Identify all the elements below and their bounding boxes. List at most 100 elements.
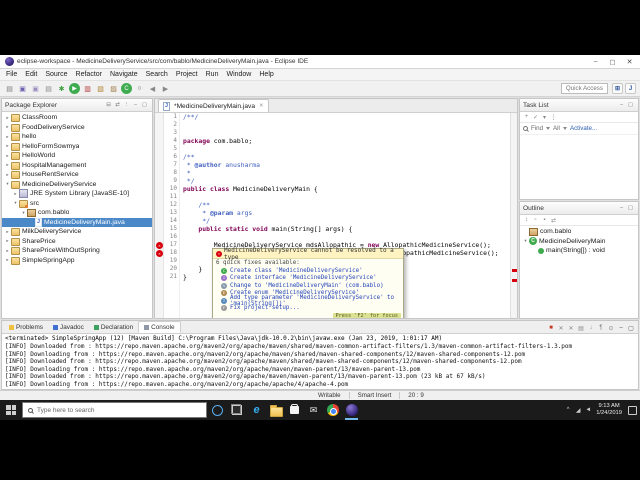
run-icon[interactable]: ▶ <box>69 83 80 94</box>
code-line[interactable] <box>183 121 510 129</box>
quick-access-input[interactable]: Quick Access <box>560 83 608 94</box>
chevron-right-icon[interactable]: ▸ <box>4 134 11 140</box>
tree-item-classroom[interactable]: ▸ ClassRoom <box>2 113 152 123</box>
code-line[interactable]: */ <box>183 177 510 185</box>
tree-item-houserentservice[interactable]: ▸ HouseRentService <box>2 170 152 180</box>
tree-item-src[interactable]: ▾ src <box>2 199 152 209</box>
maximize-icon[interactable]: ▢ <box>626 101 635 110</box>
tab-console[interactable]: Console <box>138 321 181 333</box>
task-scope-all[interactable]: All <box>553 125 560 132</box>
menu-source[interactable]: Source <box>41 71 71 78</box>
chevron-right-icon[interactable]: ▸ <box>4 248 11 254</box>
chevron-right-icon[interactable]: ▸ <box>4 257 11 263</box>
search-icon[interactable]: ○ <box>134 83 145 94</box>
file-explorer-icon[interactable] <box>266 400 285 420</box>
forward-icon[interactable]: ▶ <box>160 83 171 94</box>
link-with-editor-icon[interactable]: ⇄ <box>549 216 558 225</box>
code-line[interactable]: */ <box>183 217 510 225</box>
categorized-icon[interactable]: ▾ <box>540 113 549 122</box>
new-package-icon[interactable]: ▨ <box>108 83 119 94</box>
outline-item-medicinedeliverymain[interactable]: ▾ MedicineDeliveryMain <box>520 237 638 247</box>
tree-item-medicinedeliverymain-java[interactable]: MedicineDeliveryMain.java <box>2 217 152 227</box>
chevron-down-icon[interactable] <box>546 127 551 130</box>
remove-launch-icon[interactable]: ✕ <box>556 323 566 333</box>
menu-edit[interactable]: Edit <box>21 71 41 78</box>
overview-error-icon[interactable] <box>512 278 517 282</box>
new-java-project-icon[interactable]: ▧ <box>95 83 106 94</box>
chevron-down-icon[interactable]: ▾ <box>4 181 11 187</box>
outline-item-main-string-void[interactable]: main(String[]) : void <box>520 246 638 256</box>
maximize-icon[interactable]: ▢ <box>140 101 149 110</box>
minimize-icon[interactable]: – <box>617 101 626 110</box>
scroll-lock-icon[interactable]: ↓ <box>586 323 596 333</box>
tree-item-helloworld[interactable]: ▸ HelloWorld <box>2 151 152 161</box>
code-line[interactable] <box>183 193 510 201</box>
save-icon[interactable]: ▣ <box>17 83 28 94</box>
word-wrap-icon[interactable]: ¶ <box>596 323 606 333</box>
code-line[interactable]: public static void main(String[] args) { <box>183 225 510 233</box>
task-find-input[interactable]: Find <box>531 125 543 132</box>
start-button[interactable] <box>0 400 22 420</box>
menu-run[interactable]: Run <box>202 71 223 78</box>
code-line[interactable]: * @param args <box>183 209 510 217</box>
clear-console-icon[interactable]: ▤ <box>576 323 586 333</box>
chevron-right-icon[interactable]: ▸ <box>4 115 11 121</box>
chevron-right-icon[interactable]: ▸ <box>4 229 11 235</box>
edge-icon[interactable]: e <box>247 400 266 420</box>
debug-icon[interactable]: ✱ <box>56 83 67 94</box>
overview-error-icon[interactable] <box>512 269 517 273</box>
minimize-icon[interactable]: – <box>131 101 140 110</box>
store-icon[interactable] <box>285 400 304 420</box>
menu-window[interactable]: Window <box>222 71 255 78</box>
back-icon[interactable]: ◀ <box>147 83 158 94</box>
task-activate-link[interactable]: Activate... <box>570 125 597 132</box>
new-wizard-icon[interactable]: ▤ <box>4 83 15 94</box>
hide-fields-icon[interactable]: ▫ <box>531 216 540 225</box>
chevron-right-icon[interactable]: ▸ <box>4 238 11 244</box>
task-view-button[interactable] <box>227 400 247 420</box>
chevron-right-icon[interactable]: ▸ <box>4 153 11 159</box>
code-line[interactable]: /** <box>183 153 510 161</box>
quickfix-change-to[interactable]: ✎ Change to 'MedicineDeliveryMain' (com.b… <box>213 282 403 290</box>
quickfix-add-type-parameter[interactable]: T Add type parameter 'MedicineDeliverySer… <box>213 295 403 307</box>
chevron-right-icon[interactable]: ▸ <box>12 191 19 197</box>
print-icon[interactable]: ▤ <box>43 83 54 94</box>
code-line[interactable]: * @author anusharma <box>183 161 510 169</box>
menu-project[interactable]: Project <box>172 71 202 78</box>
sort-icon[interactable]: ↕ <box>522 216 531 225</box>
tree-item-helloformsowmya[interactable]: ▸ HelloFormSowmya <box>2 142 152 152</box>
view-menu-icon[interactable]: ⋮ <box>122 101 131 110</box>
code-line[interactable]: public class MedicineDeliveryMain { <box>183 185 510 193</box>
chevron-right-icon[interactable]: ▸ <box>4 162 11 168</box>
error-marker-icon[interactable]: ✕ <box>156 249 163 257</box>
close-button[interactable]: ✕ <box>621 56 638 68</box>
tree-item-hello[interactable]: ▸ hello <box>2 132 152 142</box>
code-line[interactable]: /**/ <box>183 113 510 121</box>
code-line[interactable]: package com.bablo; <box>183 137 510 145</box>
tree-item-milkdeliveryservice[interactable]: ▸ MilkDeliveryService <box>2 227 152 237</box>
code-line[interactable]: /** <box>183 201 510 209</box>
java-perspective-icon[interactable]: J <box>625 83 636 94</box>
code-line[interactable] <box>183 233 510 241</box>
quickfix-create-class[interactable]: C Create class 'MedicineDeliveryService' <box>213 267 403 275</box>
cortana-button[interactable] <box>207 400 227 420</box>
tree-item-medicinedeliveryservice[interactable]: ▾ MedicineDeliveryService <box>2 180 152 190</box>
close-icon[interactable]: ✕ <box>259 103 264 109</box>
maximize-icon[interactable]: ▢ <box>626 323 636 333</box>
tray-expand-icon[interactable]: ^ <box>564 405 572 415</box>
error-marker-icon[interactable]: ✕ <box>156 241 163 249</box>
tree-item-sharepricewithoutspring[interactable]: ▸ SharePriceWithOutSpring <box>2 246 152 256</box>
tree-item-shareprice[interactable]: ▸ SharePrice <box>2 237 152 247</box>
view-menu-icon[interactable]: ⋮ <box>549 113 558 122</box>
action-center-icon[interactable] <box>628 405 637 415</box>
outline-item-com-bablo[interactable]: com.bablo <box>520 227 638 237</box>
new-class-icon[interactable]: C <box>121 83 132 94</box>
new-task-icon[interactable]: + <box>522 113 531 122</box>
tab-problems[interactable]: Problems <box>4 321 48 333</box>
coverage-icon[interactable]: ▥ <box>82 83 93 94</box>
minimize-icon[interactable]: – <box>617 204 626 213</box>
quickfix-create-interface[interactable]: I Create interface 'MedicineDeliveryServi… <box>213 275 403 283</box>
minimize-icon[interactable]: – <box>616 323 626 333</box>
menu-search[interactable]: Search <box>142 71 172 78</box>
code-line[interactable]: * <box>183 169 510 177</box>
